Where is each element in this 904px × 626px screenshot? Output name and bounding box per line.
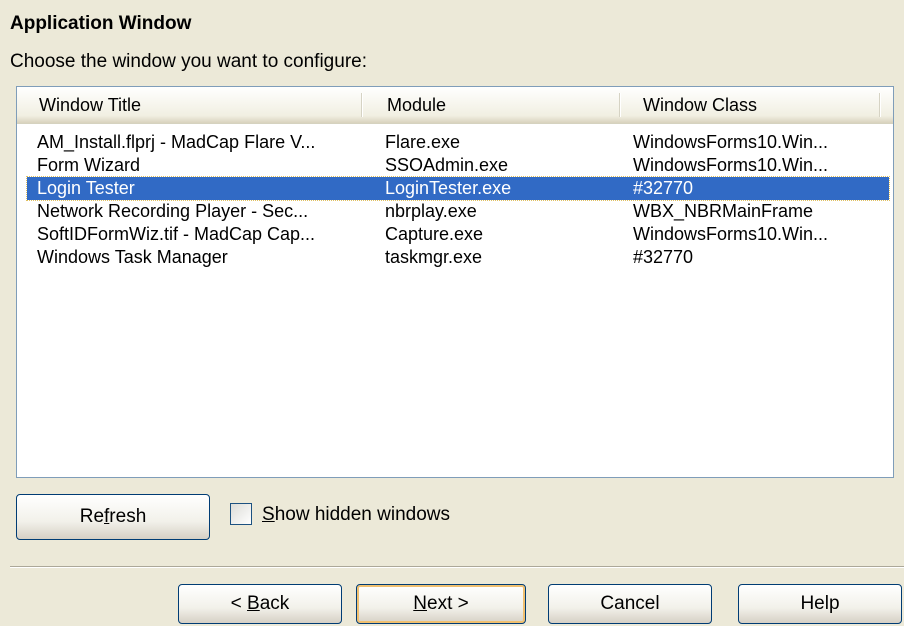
list-row[interactable]: Form Wizard SSOAdmin.exe WindowsForms10.… [27, 154, 889, 177]
row-window-class: #32770 [633, 178, 694, 198]
footer-divider [10, 566, 904, 568]
row-window-class: WindowsForms10.Win... [633, 155, 829, 175]
refresh-label-pre: Re [79, 506, 105, 527]
row-window-title: Login Tester [37, 178, 135, 198]
help-button[interactable]: Help [738, 584, 902, 624]
column-header-window-class[interactable]: Window Class [637, 87, 881, 123]
row-window-title: SoftIDFormWiz.tif - MadCap Cap... [37, 224, 316, 244]
list-row-selected[interactable]: Login Tester LoginTester.exe #32770 [26, 176, 890, 201]
show-hidden-windows-label[interactable]: Show hidden windows [262, 504, 450, 526]
column-divider[interactable] [879, 93, 881, 117]
cancel-button[interactable]: Cancel [548, 584, 712, 624]
row-window-class: WindowsForms10.Win... [633, 132, 829, 152]
row-window-title: Network Recording Player - Sec... [37, 201, 309, 221]
column-divider[interactable] [361, 93, 363, 117]
back-label-pre: < [230, 593, 248, 614]
column-divider[interactable] [619, 93, 621, 117]
show-hidden-label-rest: how hidden windows [274, 504, 451, 525]
list-header: Window Title Module Window Class [17, 87, 893, 124]
next-accelerator: N [413, 593, 427, 614]
dialog-subtitle: Choose the window you want to configure: [10, 51, 367, 72]
row-window-title: AM_Install.flprj - MadCap Flare V... [37, 132, 316, 152]
next-button[interactable]: Next > [356, 584, 526, 624]
row-module: Capture.exe [385, 224, 484, 244]
back-button[interactable]: < Back [178, 584, 342, 624]
row-window-class: WBX_NBRMainFrame [633, 201, 814, 221]
row-module: SSOAdmin.exe [385, 155, 509, 175]
next-label-post: ext > [427, 593, 469, 614]
refresh-label-post: resh [109, 506, 147, 527]
row-module: Flare.exe [385, 132, 461, 152]
back-label-post: ack [259, 593, 290, 614]
column-header-window-title[interactable]: Window Title [33, 87, 363, 123]
show-hidden-accelerator: S [262, 504, 275, 525]
list-row[interactable]: AM_Install.flprj - MadCap Flare V... Fla… [27, 131, 889, 154]
row-window-title: Windows Task Manager [37, 247, 228, 267]
row-module: nbrplay.exe [385, 201, 477, 221]
row-window-class: #32770 [633, 247, 694, 267]
row-module: LoginTester.exe [385, 178, 512, 198]
refresh-button[interactable]: Refresh [16, 494, 210, 540]
list-row[interactable]: Network Recording Player - Sec... nbrpla… [27, 200, 889, 223]
row-module: taskmgr.exe [385, 247, 483, 267]
show-hidden-windows-checkbox[interactable] [230, 503, 252, 525]
back-accelerator: B [247, 593, 260, 614]
list-row[interactable]: SoftIDFormWiz.tif - MadCap Cap... Captur… [27, 223, 889, 246]
column-header-module[interactable]: Module [381, 87, 619, 123]
row-window-title: Form Wizard [37, 155, 140, 175]
window-list[interactable]: Window Title Module Window Class AM_Inst… [16, 86, 894, 478]
dialog-title: Application Window [10, 13, 192, 34]
row-window-class: WindowsForms10.Win... [633, 224, 829, 244]
list-row[interactable]: Windows Task Manager taskmgr.exe #32770 [27, 246, 889, 269]
